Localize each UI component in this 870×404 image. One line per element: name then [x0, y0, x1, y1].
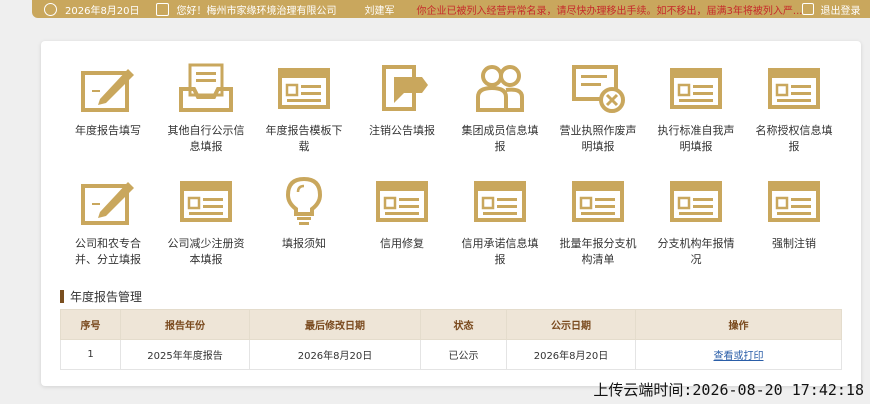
window-list-icon — [278, 68, 330, 109]
logout-label: 退出登录 — [820, 5, 861, 17]
window-list-icon — [572, 181, 624, 222]
tile-license-void[interactable]: 营业执照作废声明填报 — [549, 63, 647, 155]
date-segment: 2026年8月20日 — [44, 2, 140, 17]
greeting-text: 您好！梅州市家缘环境治理有限公司 — [176, 5, 337, 17]
tile-name-authorization[interactable]: 名称授权信息填报 — [745, 63, 843, 155]
license-void-icon — [572, 65, 625, 113]
window-list-icon — [180, 181, 232, 222]
tile-template-download[interactable]: 年度报告模板下载 — [255, 63, 353, 155]
tile-label: 注销公告填报 — [369, 124, 435, 137]
cell-action: 查看或打印 — [635, 339, 842, 370]
group-users-icon — [476, 65, 524, 112]
tile-cancellation-notice[interactable]: 注销公告填报 — [353, 63, 451, 139]
tile-label: 其他自行公示信息填报 — [167, 124, 245, 153]
col-header-publish-date: 公示日期 — [506, 309, 636, 340]
user-name: 刘建军 — [364, 5, 395, 17]
clock-icon — [44, 2, 57, 16]
tile-label: 批量年报分支机构清单 — [559, 237, 637, 266]
tile-label: 分支机构年报情况 — [657, 237, 735, 266]
col-header-modified: 最后修改日期 — [249, 309, 421, 340]
cell-index: 1 — [60, 339, 121, 370]
tile-label: 填报须知 — [282, 237, 326, 250]
window-list-icon — [768, 181, 820, 222]
col-header-year: 报告年份 — [120, 309, 250, 340]
tile-label: 执行标准自我声明填报 — [657, 124, 735, 153]
form-pen-icon — [81, 182, 134, 225]
tile-label: 年度报告模板下载 — [265, 124, 343, 153]
cell-status: 已公示 — [420, 339, 507, 370]
user-segment: 刘建军 — [365, 2, 395, 17]
logout-icon — [802, 3, 815, 15]
col-header-index: 序号 — [60, 309, 121, 340]
cell-modified: 2026年8月20日 — [249, 339, 421, 370]
section-title: 年度报告管理 — [60, 288, 142, 305]
tile-label: 年度报告填写 — [75, 124, 141, 137]
window-list-icon — [670, 68, 722, 109]
warning-text: 你企业已被列入经营异常名录，请尽快办理移出手续。如不移出，届满3年将被列入严..… — [416, 5, 803, 17]
inbox-tray-icon — [179, 63, 233, 112]
tile-standard-declaration[interactable]: 执行标准自我声明填报 — [647, 63, 745, 155]
tile-label: 强制注销 — [772, 237, 816, 250]
current-date: 2026年8月20日 — [65, 5, 140, 17]
tile-other-disclosure[interactable]: 其他自行公示信息填报 — [157, 63, 255, 155]
tile-forced-cancellation[interactable]: 强制注销 — [745, 176, 843, 252]
table-header-row: 序号 报告年份 最后修改日期 状态 公示日期 操作 — [60, 309, 842, 340]
tile-filing-notes[interactable]: 填报须知 — [255, 176, 353, 252]
tile-annual-report-fill[interactable]: 年度报告填写 — [59, 63, 157, 139]
tile-label: 名称授权信息填报 — [755, 124, 833, 153]
tile-merger-split[interactable]: 公司和农专合并、分立填报 — [59, 176, 157, 268]
window-list-icon — [474, 181, 526, 222]
view-print-link[interactable]: 查看或打印 — [714, 351, 764, 362]
tile-credit-commitment[interactable]: 信用承诺信息填报 — [451, 176, 549, 268]
tile-capital-reduction[interactable]: 公司减少注册资本填报 — [157, 176, 255, 268]
window-list-icon — [768, 68, 820, 109]
greeting-segment: 您好！梅州市家缘环境治理有限公司 — [155, 2, 337, 17]
logout-button[interactable]: 退出登录 — [802, 2, 860, 17]
col-header-action: 操作 — [635, 309, 842, 340]
tile-label: 信用修复 — [380, 237, 424, 250]
tile-label: 信用承诺信息填报 — [461, 237, 539, 266]
table-row: 1 2025年年度报告 2026年8月20日 已公示 2026年8月20日 查看… — [60, 339, 842, 370]
tile-branch-list[interactable]: 批量年报分支机构清单 — [549, 176, 647, 268]
form-pen-icon — [81, 69, 134, 112]
tile-credit-repair[interactable]: 信用修复 — [353, 176, 451, 252]
section-title-text: 年度报告管理 — [70, 290, 143, 304]
lightbulb-icon — [285, 176, 323, 225]
section-marker — [60, 290, 64, 303]
upload-timestamp: 上传云端时间:2026-08-20 17:42:18 — [593, 381, 864, 399]
window-list-icon — [376, 181, 428, 222]
building-icon — [155, 2, 169, 16]
tile-label: 公司和农专合并、分立填报 — [75, 237, 141, 266]
tile-label: 营业执照作废声明填报 — [559, 124, 637, 153]
tile-label: 公司减少注册资本填报 — [167, 237, 245, 266]
top-bar: 2026年8月20日 您好！梅州市家缘环境治理有限公司 刘建军 你企业已被列入经… — [32, 0, 870, 18]
annual-report-table: 序号 报告年份 最后修改日期 状态 公示日期 操作 1 2025年年度报告 20… — [60, 309, 842, 370]
col-header-status: 状态 — [420, 309, 507, 340]
main-panel: 年度报告填写 其他自行公示信息填报 年度报告模板下载 注销公告填报 集团成员信息… — [41, 41, 861, 386]
tile-group-members[interactable]: 集团成员信息填报 — [451, 63, 549, 155]
document-fold-icon — [382, 65, 428, 111]
tile-branch-status[interactable]: 分支机构年报情况 — [647, 176, 745, 268]
tile-label: 集团成员信息填报 — [461, 124, 539, 153]
cell-publish-date: 2026年8月20日 — [506, 339, 636, 370]
cell-year: 2025年年度报告 — [120, 339, 250, 370]
window-list-icon — [670, 181, 722, 222]
